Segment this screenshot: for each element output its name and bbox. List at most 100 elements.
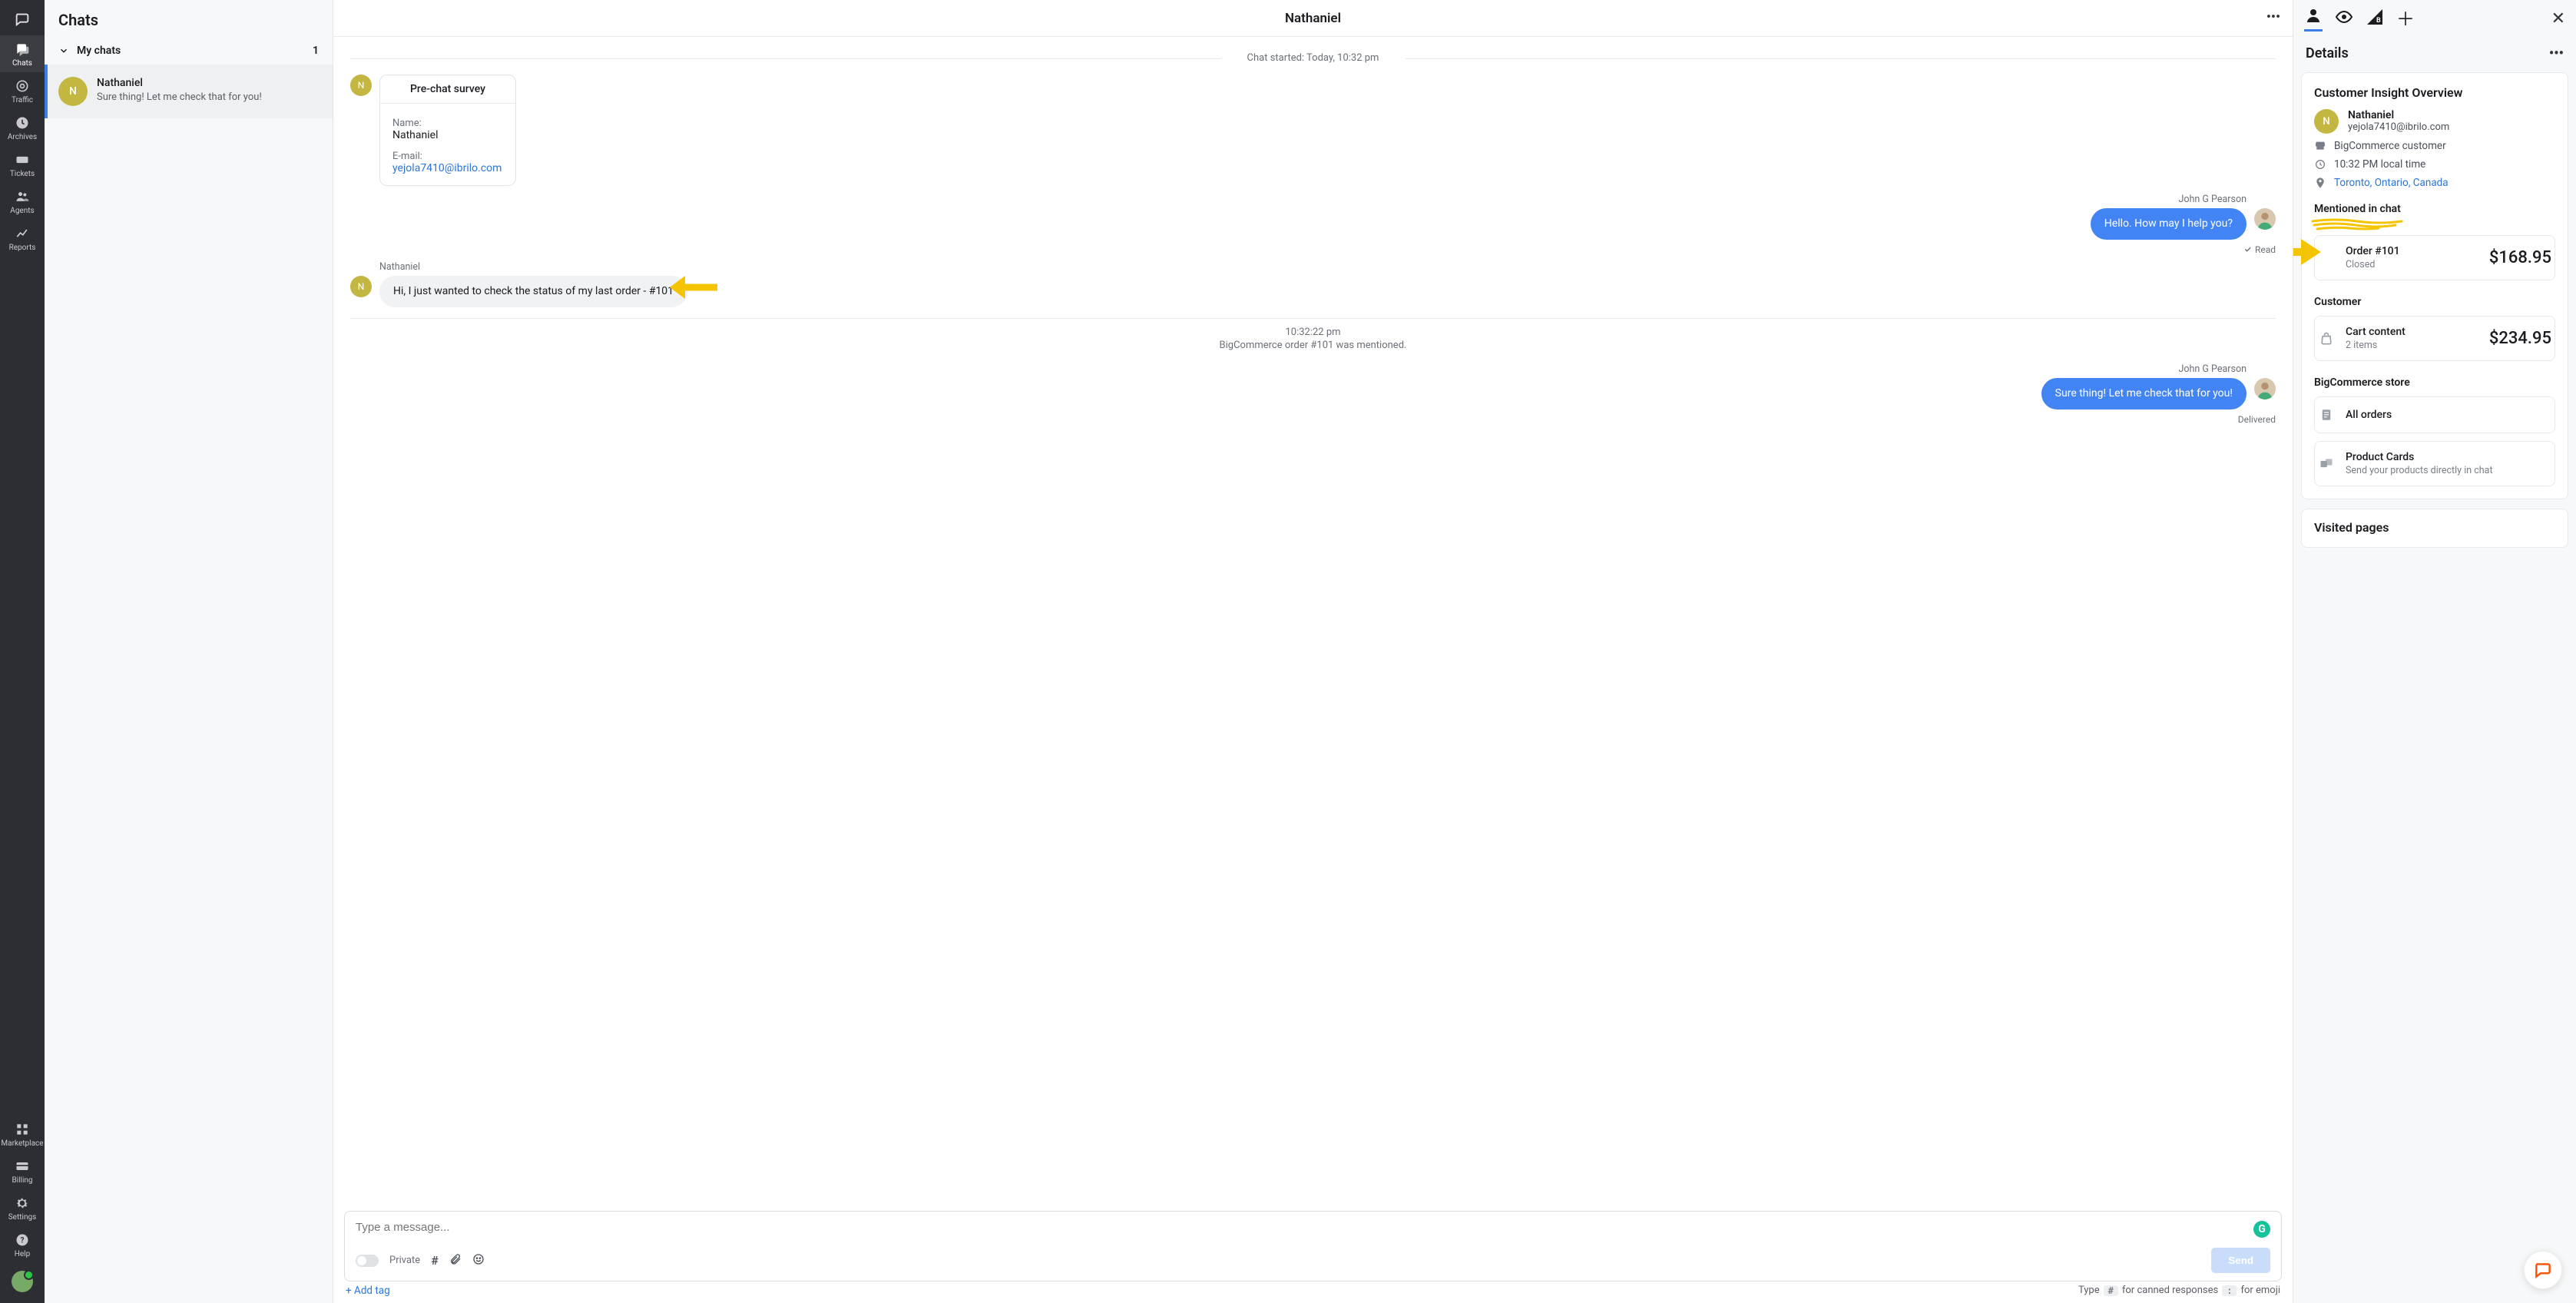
- tab-bigcommerce[interactable]: B: [2366, 8, 2384, 31]
- livechat-bubble[interactable]: [2524, 1251, 2562, 1289]
- cart-icon: [2318, 331, 2335, 346]
- agent-avatar: [2254, 208, 2276, 230]
- nav-billing[interactable]: Billing: [0, 1152, 45, 1189]
- hash-key: #: [2104, 1285, 2118, 1296]
- store-section-label: BigCommerce store: [2314, 376, 2555, 389]
- customer-name-label: Nathaniel: [379, 261, 2276, 273]
- nav-chats[interactable]: Chats: [0, 35, 45, 72]
- annotation-arrow-icon: [2293, 234, 2326, 270]
- nav-label: Agents: [10, 207, 34, 215]
- nav-settings[interactable]: Settings: [0, 1189, 45, 1226]
- all-orders-label: All orders: [2346, 409, 2392, 421]
- order-title: Order #101: [2346, 245, 2400, 257]
- conversation-more-icon[interactable]: •••: [2266, 9, 2280, 25]
- survey-email-label: E-mail:: [392, 151, 503, 162]
- chat-list-item[interactable]: N Nathaniel Sure thing! Let me check tha…: [45, 65, 333, 118]
- svg-text:B: B: [2376, 17, 2381, 25]
- agent-message: Sure thing! Let me check that for you!: [2041, 378, 2247, 409]
- nav-reports[interactable]: Reports: [0, 220, 45, 257]
- read-receipt: Read: [350, 244, 2276, 255]
- chat-item-name: Nathaniel: [97, 77, 262, 89]
- conversation-body: Chat started: Today, 10:32 pm N Pre-chat…: [333, 37, 2293, 1202]
- chats-column: Chats My chats 1 N Nathaniel Sure thing!…: [45, 0, 333, 1303]
- annotation-arrow-icon: [665, 270, 719, 305]
- agent-name-label: John G Pearson: [350, 363, 2247, 375]
- order-status: Closed: [2346, 259, 2400, 270]
- overview-title: Customer Insight Overview: [2314, 85, 2555, 100]
- nav-label: Chats: [12, 59, 32, 68]
- mentioned-order-card[interactable]: Order #101 Closed $168.95: [2314, 235, 2555, 280]
- survey-title: Pre-chat survey: [380, 75, 515, 104]
- private-toggle[interactable]: [356, 1255, 379, 1267]
- chats-title: Chats: [45, 0, 333, 37]
- nav-archives[interactable]: Archives: [0, 109, 45, 146]
- send-button[interactable]: Send: [2211, 1248, 2270, 1273]
- nav-label: Tickets: [10, 170, 35, 178]
- attachment-icon[interactable]: [449, 1253, 462, 1268]
- nav-label: Help: [15, 1250, 30, 1258]
- nav-label: Settings: [8, 1213, 37, 1222]
- cart-items: 2 items: [2346, 340, 2405, 351]
- brand-icon: [14, 3, 31, 35]
- nav-label: Reports: [9, 244, 36, 252]
- left-nav: Chats Traffic Archives Tickets Agents Re…: [0, 0, 45, 1303]
- conversation-header: Nathaniel •••: [333, 0, 2293, 37]
- nav-traffic[interactable]: Traffic: [0, 72, 45, 109]
- colon-key: :: [2222, 1285, 2237, 1296]
- customer-message: Hi, I just wanted to check the status of…: [379, 276, 687, 307]
- grammarly-icon[interactable]: G: [2253, 1221, 2270, 1238]
- customer-avatar: N: [2314, 109, 2339, 134]
- survey-email-value[interactable]: yejola7410@ibrilo.com: [392, 162, 503, 174]
- hash-icon[interactable]: #: [431, 1253, 439, 1268]
- private-label: Private: [389, 1255, 420, 1266]
- customer-email: yejola7410@ibrilo.com: [2348, 121, 2449, 133]
- product-cards-card[interactable]: Product Cards Send your products directl…: [2314, 441, 2555, 486]
- product-cards-title: Product Cards: [2346, 451, 2493, 463]
- system-event-text: BigCommerce order #101 was mentioned.: [350, 340, 2276, 351]
- agent-name-label: John G Pearson: [350, 194, 2247, 205]
- user-avatar[interactable]: [12, 1271, 33, 1292]
- add-tab-icon[interactable]: ＋: [2396, 10, 2415, 28]
- system-event: 10:32:22 pm BigCommerce order #101 was m…: [350, 318, 2276, 351]
- message-input[interactable]: [356, 1221, 2270, 1234]
- prechat-survey-card: Pre-chat survey Name: Nathaniel E-mail: …: [379, 75, 516, 186]
- chat-started-divider: Chat started: Today, 10:32 pm: [350, 52, 2276, 64]
- nav-agents[interactable]: Agents: [0, 183, 45, 220]
- chats-group-label: My chats: [77, 45, 121, 57]
- tab-visibility[interactable]: [2335, 8, 2353, 31]
- tab-person[interactable]: [2304, 6, 2323, 31]
- customer-overview-card: Customer Insight Overview N Nathaniel ye…: [2301, 72, 2568, 499]
- visited-pages-title: Visited pages: [2314, 520, 2555, 535]
- cart-title: Cart content: [2346, 326, 2405, 338]
- survey-name-label: Name:: [392, 118, 503, 129]
- add-tag-link[interactable]: + Add tag: [344, 1281, 392, 1297]
- delivered-receipt: Delivered: [350, 414, 2276, 425]
- details-more-icon[interactable]: •••: [2549, 45, 2564, 61]
- time-info: 10:32 PM local time: [2314, 158, 2555, 171]
- all-orders-card[interactable]: All orders: [2314, 396, 2555, 433]
- customer-section-label: Customer: [2314, 296, 2555, 308]
- customer-avatar-small: N: [350, 75, 372, 96]
- product-cards-sub: Send your products directly in chat: [2346, 465, 2493, 476]
- nav-label: Archives: [8, 133, 37, 141]
- nav-label: Billing: [12, 1176, 32, 1185]
- nav-tickets[interactable]: Tickets: [0, 146, 45, 183]
- customer-avatar-small: N: [350, 276, 372, 297]
- chats-group-toggle[interactable]: My chats 1: [45, 37, 333, 65]
- store-info: BigCommerce customer: [2314, 140, 2555, 152]
- orders-icon: [2318, 408, 2335, 422]
- chevron-down-icon: [58, 45, 69, 56]
- survey-name-value: Nathaniel: [392, 129, 503, 141]
- customer-name: Nathaniel: [2348, 109, 2449, 121]
- cart-content-card[interactable]: Cart content 2 items $234.95: [2314, 316, 2555, 361]
- emoji-icon[interactable]: [472, 1253, 485, 1268]
- agent-avatar: [2254, 378, 2276, 400]
- nav-marketplace[interactable]: Marketplace: [0, 1116, 45, 1152]
- customer-avatar: N: [58, 77, 88, 106]
- nav-help[interactable]: ? Help: [0, 1226, 45, 1263]
- composer-hints: Type # for canned responses : for emoji: [2077, 1281, 2282, 1296]
- close-details-icon[interactable]: ✕: [2551, 9, 2565, 28]
- location-link[interactable]: Toronto, Ontario, Canada: [2334, 177, 2449, 189]
- conversation-title: Nathaniel: [1285, 11, 1341, 26]
- message-composer[interactable]: G Private # Send: [344, 1211, 2282, 1281]
